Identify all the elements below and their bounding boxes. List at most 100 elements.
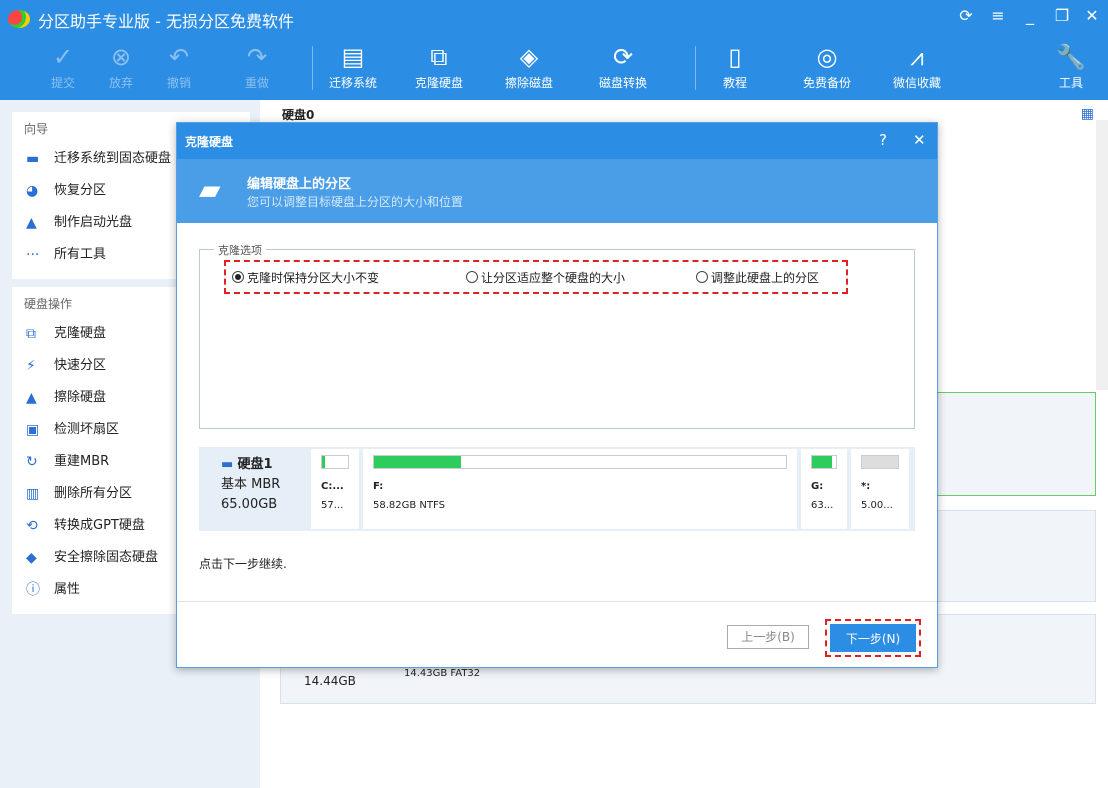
partition-block[interactable]: *: 5.00...	[851, 449, 909, 529]
sidebar-icon: ▬	[26, 143, 54, 175]
sidebar-icon: ↻	[26, 446, 54, 478]
toolbar-label: 迁移系统	[329, 76, 377, 90]
sidebar-item-label: 属性	[54, 574, 80, 606]
partition-info: 57...	[321, 500, 349, 511]
sidebar-item-label: 恢复分区	[54, 175, 106, 207]
toolbar-icon: ◎	[792, 40, 862, 74]
sidebar-item-label: 克隆硬盘	[54, 318, 106, 350]
disk0-label: 硬盘0	[282, 106, 314, 123]
sidebar-item-label: 快速分区	[54, 350, 106, 382]
toolbar-button[interactable]: ⟳磁盘转换	[588, 40, 658, 91]
sidebar-item-label: 检测坏扇区	[54, 414, 119, 446]
option-label: 让分区适应整个硬盘的大小	[481, 269, 625, 286]
sidebar-icon: ···	[26, 239, 54, 271]
toolbar-label: 重做	[245, 76, 269, 90]
toolbar-button[interactable]: ▤ 迁移系统	[318, 40, 388, 91]
partition-letter: C:...	[321, 481, 349, 492]
toolbar-label: 擦除磁盘	[505, 76, 553, 90]
partition-block[interactable]: F: 58.82GB NTFS	[363, 449, 797, 529]
toolbar-button[interactable]: ⧉ 克隆硬盘	[404, 40, 474, 91]
toolbar-button[interactable]: ↷ 重做	[222, 40, 292, 91]
bg-disk-size: 14.44GB	[304, 674, 356, 688]
app-title: 分区助手专业版 - 无损分区免费软件	[38, 8, 294, 32]
group-label: 克隆选项	[214, 242, 266, 258]
disk-icon: ▬	[221, 457, 233, 472]
clone-option-radio[interactable]: 调整此硬盘上的分区	[696, 269, 819, 286]
menu-icon[interactable]: ≡	[988, 6, 1008, 25]
sidebar-item-label: 制作启动光盘	[54, 207, 132, 239]
title-bar: 分区助手专业版 - 无损分区免费软件 ⟳ ≡ _ ❐ ✕ ✓提交⊗放弃↶撤销↷重…	[0, 0, 1108, 100]
disk1-row[interactable]: ▬ 硬盘1 基本 MBR 65.00GB C:... 57... F: 58.82GB…	[199, 447, 915, 531]
clone-option-radio[interactable]: 克隆时保持分区大小不变	[232, 269, 379, 286]
sidebar-item-label: 删除所有分区	[54, 478, 132, 510]
toolbar-icon: ▤	[318, 40, 388, 74]
toolbar-icon: ↶	[144, 40, 214, 74]
partition-usage-bar	[861, 455, 899, 469]
disk-type: 基本 MBR	[221, 475, 309, 495]
toolbar-icon: ▯	[700, 40, 770, 74]
bg-partition-info: 14.43GB FAT32	[404, 668, 480, 679]
partition-letter: G:	[811, 481, 837, 492]
clone-option-radio[interactable]: 让分区适应整个硬盘的大小	[466, 269, 625, 286]
sidebar-item-label: 转换成GPT硬盘	[54, 510, 145, 542]
sidebar-icon: ⟲	[26, 510, 54, 542]
toolbar-icon: ◈	[494, 40, 564, 74]
sidebar-icon: ⚡	[26, 350, 54, 382]
option-label: 克隆时保持分区大小不变	[247, 269, 379, 286]
partition-block[interactable]: G: 63...	[801, 449, 847, 529]
toolbar-label: 撤销	[167, 76, 191, 90]
toolbar-button[interactable]: ↶ 撤销	[144, 40, 214, 91]
partition-letter: F:	[373, 481, 787, 492]
option-label: 调整此硬盘上的分区	[711, 269, 819, 286]
partition-letter: *:	[861, 481, 899, 492]
scrollbar[interactable]	[1096, 120, 1108, 390]
sidebar-icon: ◕	[26, 175, 54, 207]
toolbar-label: 提交	[51, 76, 75, 90]
partition-usage-bar	[811, 455, 837, 469]
toolbar-icon: ⧉	[404, 40, 474, 74]
refresh-icon[interactable]: ⟳	[956, 6, 976, 25]
sidebar-item-label: 擦除硬盘	[54, 382, 106, 414]
next-button[interactable]: 下一步(N)	[830, 624, 916, 652]
radio-icon	[466, 271, 478, 283]
dialog-close-icon[interactable]: ✕	[913, 131, 926, 149]
toolbar-label: 克隆硬盘	[415, 76, 463, 90]
partition-block[interactable]: C:... 57...	[311, 449, 359, 529]
toolbar-icon: ↷	[222, 40, 292, 74]
toolbar-button[interactable]: ▯教程	[700, 40, 770, 91]
sidebar-icon: ▣	[26, 414, 54, 446]
toolbar-button[interactable]: ◈ 擦除磁盘	[494, 40, 564, 91]
toolbar-label: 放弃	[109, 76, 133, 90]
clone-disk-dialog: 克隆硬盘 ? ✕ ▰ 编辑硬盘上的分区 您可以调整目标硬盘上分区的大小和位置 克…	[176, 122, 938, 668]
partition-info: 5.00...	[861, 500, 899, 511]
toolbar-icon: 🔧	[1036, 40, 1106, 74]
sidebar-item-label: 重建MBR	[54, 446, 109, 478]
disk-name: 硬盘1	[237, 457, 272, 472]
minimize-button[interactable]: _	[1020, 6, 1040, 25]
disk-size: 65.00GB	[221, 495, 309, 515]
partition-usage-bar	[373, 455, 787, 469]
sidebar-icon: ▲	[26, 382, 54, 414]
sidebar-item-label: 安全擦除固态硬盘	[54, 542, 158, 574]
sidebar-item-label: 迁移系统到固态硬盘	[54, 143, 171, 175]
view-toggle-icon[interactable]: ▦	[1081, 106, 1094, 122]
help-icon[interactable]: ?	[879, 131, 887, 149]
toolbar-button[interactable]: ◎ 免费备份	[792, 40, 862, 91]
toolbar-button[interactable]: 🔧工具	[1036, 40, 1106, 91]
sidebar-item-label: 所有工具	[54, 239, 106, 271]
toolbar-button[interactable]: ⩘ 微信收藏	[882, 40, 952, 91]
partition-usage-bar	[321, 455, 349, 469]
close-button[interactable]: ✕	[1082, 6, 1102, 25]
partition-info: 58.82GB NTFS	[373, 500, 787, 511]
restore-button[interactable]: ❐	[1052, 6, 1072, 25]
banner-subtitle: 您可以调整目标硬盘上分区的大小和位置	[247, 193, 463, 210]
toolbar-label: 磁盘转换	[599, 76, 647, 90]
partition-info: 63...	[811, 500, 837, 511]
toolbar-label: 微信收藏	[893, 76, 941, 90]
toolbar-label: 免费备份	[803, 76, 851, 90]
prev-button[interactable]: 上一步(B)	[727, 625, 809, 649]
radio-icon	[696, 271, 708, 283]
disk-edit-icon: ▰	[199, 173, 221, 206]
banner-title: 编辑硬盘上的分区	[247, 173, 351, 192]
toolbar-icon: ⩘	[882, 40, 952, 74]
